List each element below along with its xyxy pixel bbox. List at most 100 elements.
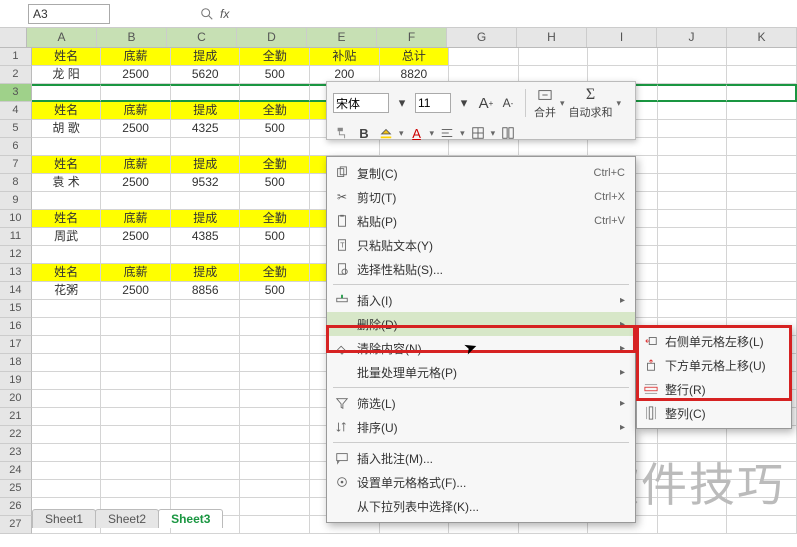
cell[interactable]: [32, 246, 102, 264]
ctx-format[interactable]: 设置单元格格式(F)...: [327, 470, 635, 494]
cell[interactable]: 底薪: [101, 210, 171, 228]
cell[interactable]: [171, 318, 241, 336]
cell[interactable]: [658, 174, 728, 192]
cell[interactable]: [240, 138, 310, 156]
ctx-copy[interactable]: 复制(C)Ctrl+C: [327, 161, 635, 185]
row-header[interactable]: 20: [0, 390, 32, 408]
cell[interactable]: 袁 术: [32, 174, 102, 192]
cell[interactable]: [658, 138, 728, 156]
cell[interactable]: [658, 48, 728, 66]
cell[interactable]: [240, 318, 310, 336]
cell[interactable]: [727, 444, 797, 462]
row-header[interactable]: 14: [0, 282, 32, 300]
cell[interactable]: [32, 354, 102, 372]
row-header[interactable]: 17: [0, 336, 32, 354]
cell[interactable]: [727, 84, 797, 102]
dropdown-icon[interactable]: ▾: [455, 94, 473, 112]
cell[interactable]: [658, 462, 728, 480]
decrease-font-icon[interactable]: A-: [499, 94, 517, 112]
cell[interactable]: [32, 444, 102, 462]
cell[interactable]: [32, 480, 102, 498]
cell[interactable]: [32, 462, 102, 480]
cell[interactable]: [727, 120, 797, 138]
cell[interactable]: [171, 462, 241, 480]
cell[interactable]: [101, 300, 171, 318]
autosum-icon[interactable]: Σ: [586, 86, 595, 104]
cell[interactable]: 全勤: [240, 264, 310, 282]
column-header[interactable]: F: [377, 28, 447, 47]
cell[interactable]: 全勤: [240, 48, 310, 66]
column-header[interactable]: I: [587, 28, 657, 47]
font-color-icon[interactable]: A: [408, 124, 426, 142]
cell[interactable]: [658, 516, 728, 534]
row-header[interactable]: 2: [0, 66, 32, 84]
ctx-clear[interactable]: 清除内容(N)▸: [327, 336, 635, 360]
cell[interactable]: 500: [240, 120, 310, 138]
cell[interactable]: [240, 444, 310, 462]
cell[interactable]: 提成: [171, 156, 241, 174]
cell[interactable]: 提成: [171, 48, 241, 66]
cell[interactable]: 提成: [171, 264, 241, 282]
cell[interactable]: 姓名: [32, 210, 102, 228]
column-header[interactable]: E: [307, 28, 377, 47]
row-header[interactable]: 27: [0, 516, 32, 534]
cell[interactable]: [171, 444, 241, 462]
row-header[interactable]: 15: [0, 300, 32, 318]
align-icon[interactable]: [438, 124, 456, 142]
cell[interactable]: 500: [240, 66, 310, 84]
cell[interactable]: [32, 318, 102, 336]
select-all-corner[interactable]: [0, 28, 27, 47]
cell[interactable]: [101, 390, 171, 408]
border-icon[interactable]: [469, 124, 487, 142]
row-header[interactable]: 4: [0, 102, 32, 120]
ctx-insert-comment[interactable]: 插入批注(M)...: [327, 446, 635, 470]
cell[interactable]: 底薪: [101, 264, 171, 282]
cell[interactable]: [240, 300, 310, 318]
ctx-cut[interactable]: ✂剪切(T)Ctrl+X: [327, 185, 635, 209]
cell[interactable]: 底薪: [101, 102, 171, 120]
row-header[interactable]: 26: [0, 498, 32, 516]
row-header[interactable]: 25: [0, 480, 32, 498]
cell[interactable]: [449, 48, 519, 66]
cell[interactable]: [32, 84, 102, 102]
cell[interactable]: [658, 498, 728, 516]
row-header[interactable]: 24: [0, 462, 32, 480]
cell[interactable]: [171, 192, 241, 210]
cell[interactable]: [727, 480, 797, 498]
name-box[interactable]: A3: [28, 4, 110, 24]
cell[interactable]: [727, 264, 797, 282]
cell[interactable]: 姓名: [32, 48, 102, 66]
cell[interactable]: [171, 372, 241, 390]
column-header[interactable]: K: [727, 28, 797, 47]
column-header[interactable]: J: [657, 28, 727, 47]
cell[interactable]: [240, 372, 310, 390]
cell[interactable]: 姓名: [32, 264, 102, 282]
sub-shift-left[interactable]: 右侧单元格左移(L): [637, 329, 791, 353]
cell[interactable]: [240, 354, 310, 372]
cell[interactable]: 全勤: [240, 102, 310, 120]
row-header[interactable]: 19: [0, 372, 32, 390]
cell[interactable]: [727, 66, 797, 84]
row-header[interactable]: 23: [0, 444, 32, 462]
cell[interactable]: [240, 462, 310, 480]
sub-entire-row[interactable]: 整行(R): [637, 377, 791, 401]
row-header[interactable]: 6: [0, 138, 32, 156]
cell[interactable]: [240, 336, 310, 354]
cell[interactable]: [171, 390, 241, 408]
cell[interactable]: [240, 390, 310, 408]
cell[interactable]: [171, 138, 241, 156]
fill-color-icon[interactable]: [377, 124, 395, 142]
cell[interactable]: 4385: [171, 228, 241, 246]
row-header[interactable]: 10: [0, 210, 32, 228]
cell[interactable]: 9532: [171, 174, 241, 192]
cell[interactable]: 2500: [101, 66, 171, 84]
cell[interactable]: [658, 192, 728, 210]
cell[interactable]: [658, 300, 728, 318]
cell[interactable]: [727, 174, 797, 192]
cell[interactable]: [727, 156, 797, 174]
cell[interactable]: [658, 210, 728, 228]
cell[interactable]: [171, 426, 241, 444]
ctx-insert[interactable]: 插入(I)▸: [327, 288, 635, 312]
cell[interactable]: 姓名: [32, 102, 102, 120]
cell[interactable]: [101, 426, 171, 444]
